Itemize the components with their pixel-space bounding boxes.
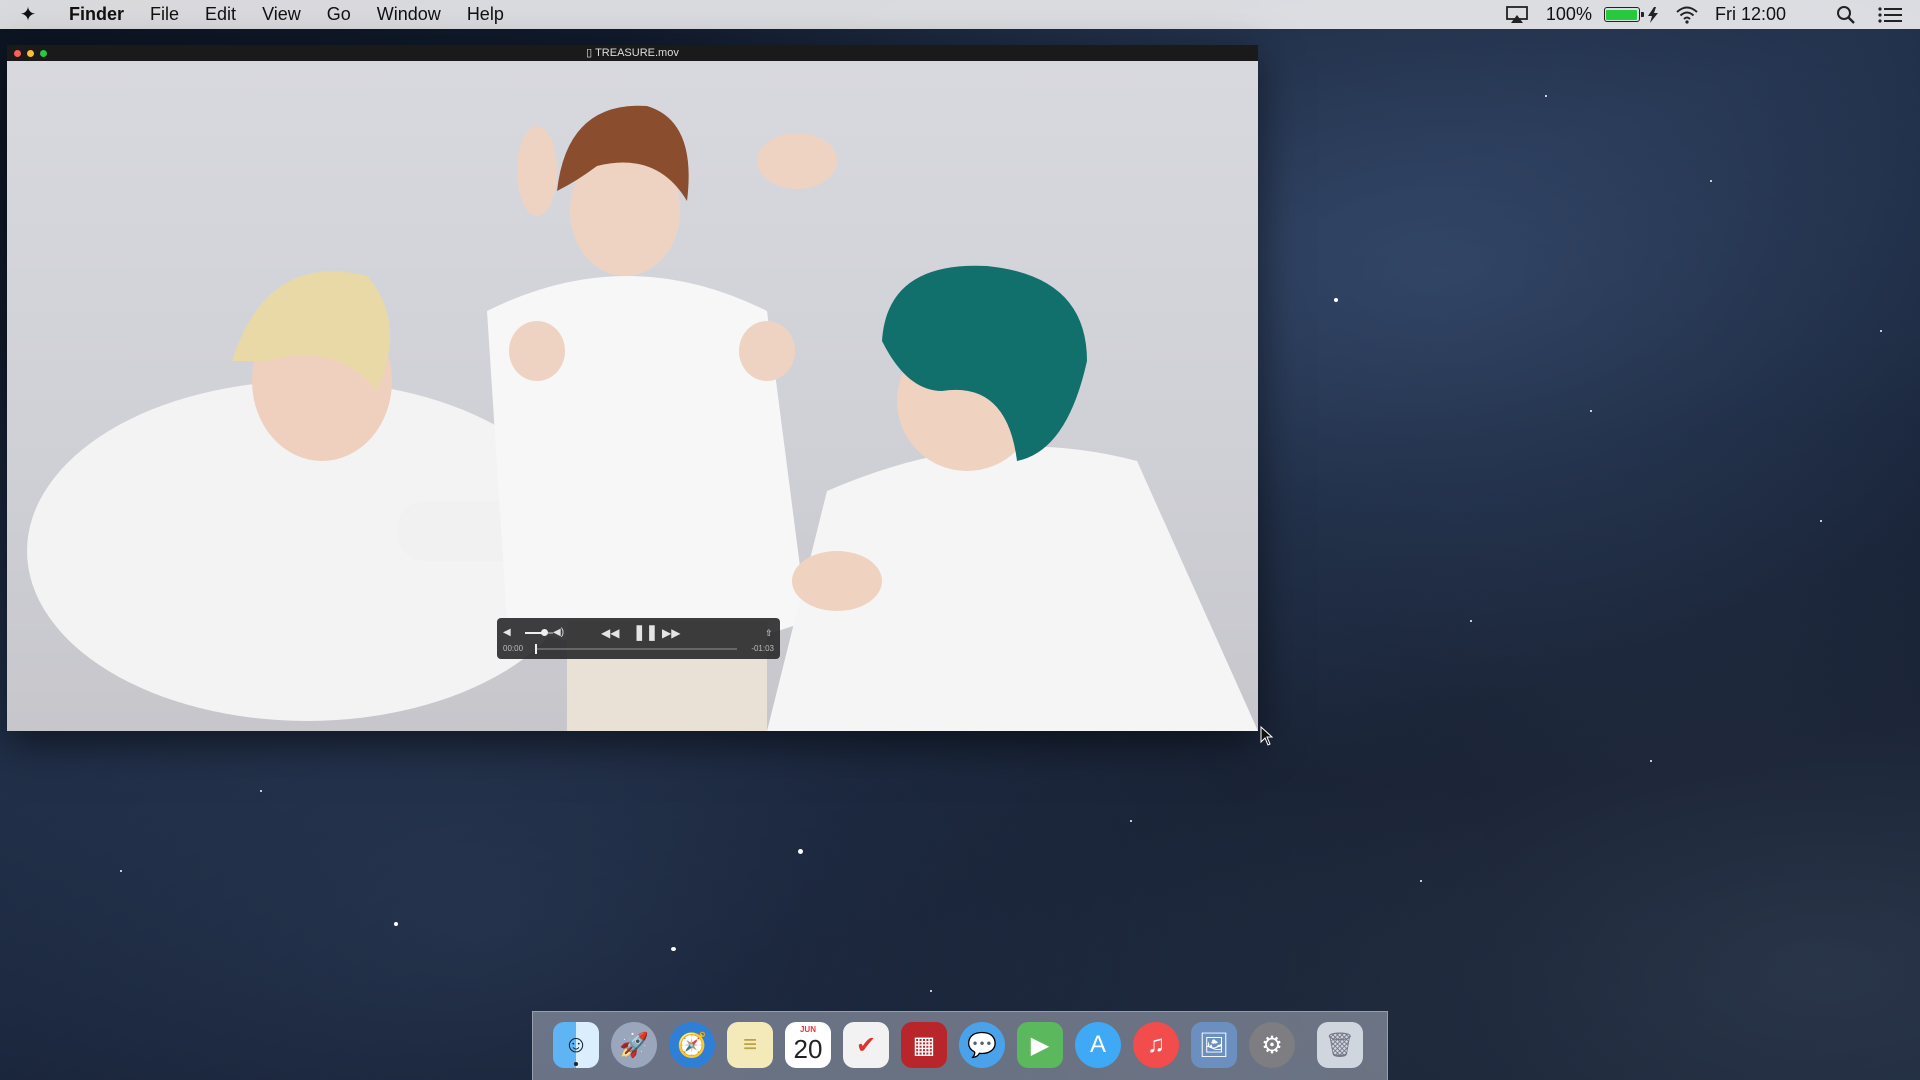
video-frame[interactable]: ◀ ◀) ◀◀ ❚❚ ▶▶ ⇧ 00:00 -01:03	[7, 61, 1258, 731]
mute-icon[interactable]: ◀	[503, 622, 511, 644]
photo-booth-icon[interactable]: ▦	[901, 1022, 947, 1068]
notification-center-icon[interactable]	[1878, 6, 1902, 24]
safari-icon[interactable]: 🧭	[669, 1022, 715, 1068]
document-icon: ▯	[586, 47, 596, 59]
app-store-icon[interactable]: A	[1075, 1022, 1121, 1068]
battery-icon[interactable]	[1603, 6, 1659, 23]
volume-max-icon[interactable]: ◀)	[553, 622, 564, 644]
reminders-icon[interactable]: ✔	[843, 1022, 889, 1068]
menu-file[interactable]: File	[137, 4, 192, 25]
fast-forward-button[interactable]: ▶▶	[662, 622, 680, 644]
spotlight-search-icon[interactable]	[1836, 5, 1856, 25]
share-icon[interactable]: ⇧	[765, 622, 773, 644]
finder-icon[interactable]: ☺	[553, 1022, 599, 1068]
notes-icon[interactable]: ≡	[727, 1022, 773, 1068]
elapsed-time: 00:00	[503, 644, 524, 653]
window-title: ▯ TREASURE.mov	[586, 47, 679, 59]
battery-percent[interactable]: 100%	[1546, 4, 1592, 25]
messages-icon[interactable]: 💬	[959, 1022, 1005, 1068]
player-controls[interactable]: ◀ ◀) ◀◀ ❚❚ ▶▶ ⇧ 00:00 -01:03	[497, 618, 780, 659]
apple-menu-icon[interactable]: ✦	[0, 2, 56, 27]
airplay-icon[interactable]	[1506, 5, 1528, 24]
menu-help[interactable]: Help	[454, 4, 517, 25]
system-preferences-icon[interactable]: ⚙	[1249, 1022, 1295, 1068]
menu-go[interactable]: Go	[314, 4, 364, 25]
launchpad-icon[interactable]: 🚀	[611, 1022, 657, 1068]
quicktime-window[interactable]: ▯ TREASURE.mov ◀ ◀) ◀◀ ❚❚ ▶▶ ⇧ 00:00 -01…	[7, 45, 1258, 731]
menu-bar: ✦ Finder File Edit View Go Window Help 1…	[0, 0, 1920, 29]
volume-knob[interactable]	[541, 629, 548, 636]
pause-button[interactable]: ❚❚	[633, 622, 658, 644]
volume-slider[interactable]	[525, 632, 553, 634]
dock: ☺ 🚀 🧭 ≡ JUN 20 ✔ ▦ 💬 ▶ A ♫ 🖼 ⚙ 🗑	[532, 1011, 1388, 1080]
window-titlebar[interactable]: ▯ TREASURE.mov	[7, 45, 1258, 61]
menu-window[interactable]: Window	[364, 4, 454, 25]
menu-view[interactable]: View	[249, 4, 314, 25]
facetime-icon[interactable]: ▶	[1017, 1022, 1063, 1068]
remaining-time: -01:03	[751, 644, 774, 653]
preview-icon[interactable]: 🖼	[1191, 1022, 1237, 1068]
rewind-button[interactable]: ◀◀	[601, 622, 619, 644]
menu-edit[interactable]: Edit	[192, 4, 249, 25]
calendar-icon[interactable]: JUN 20	[785, 1022, 831, 1068]
clock[interactable]: Fri 12:00	[1715, 4, 1786, 25]
mouse-cursor-icon	[1260, 726, 1274, 746]
scrub-bar[interactable]	[535, 648, 737, 650]
wifi-icon[interactable]	[1675, 6, 1699, 24]
menu-app-name[interactable]: Finder	[56, 4, 137, 25]
itunes-icon[interactable]: ♫	[1133, 1022, 1179, 1068]
playhead[interactable]	[535, 644, 537, 654]
trash-icon[interactable]: 🗑	[1317, 1022, 1363, 1068]
